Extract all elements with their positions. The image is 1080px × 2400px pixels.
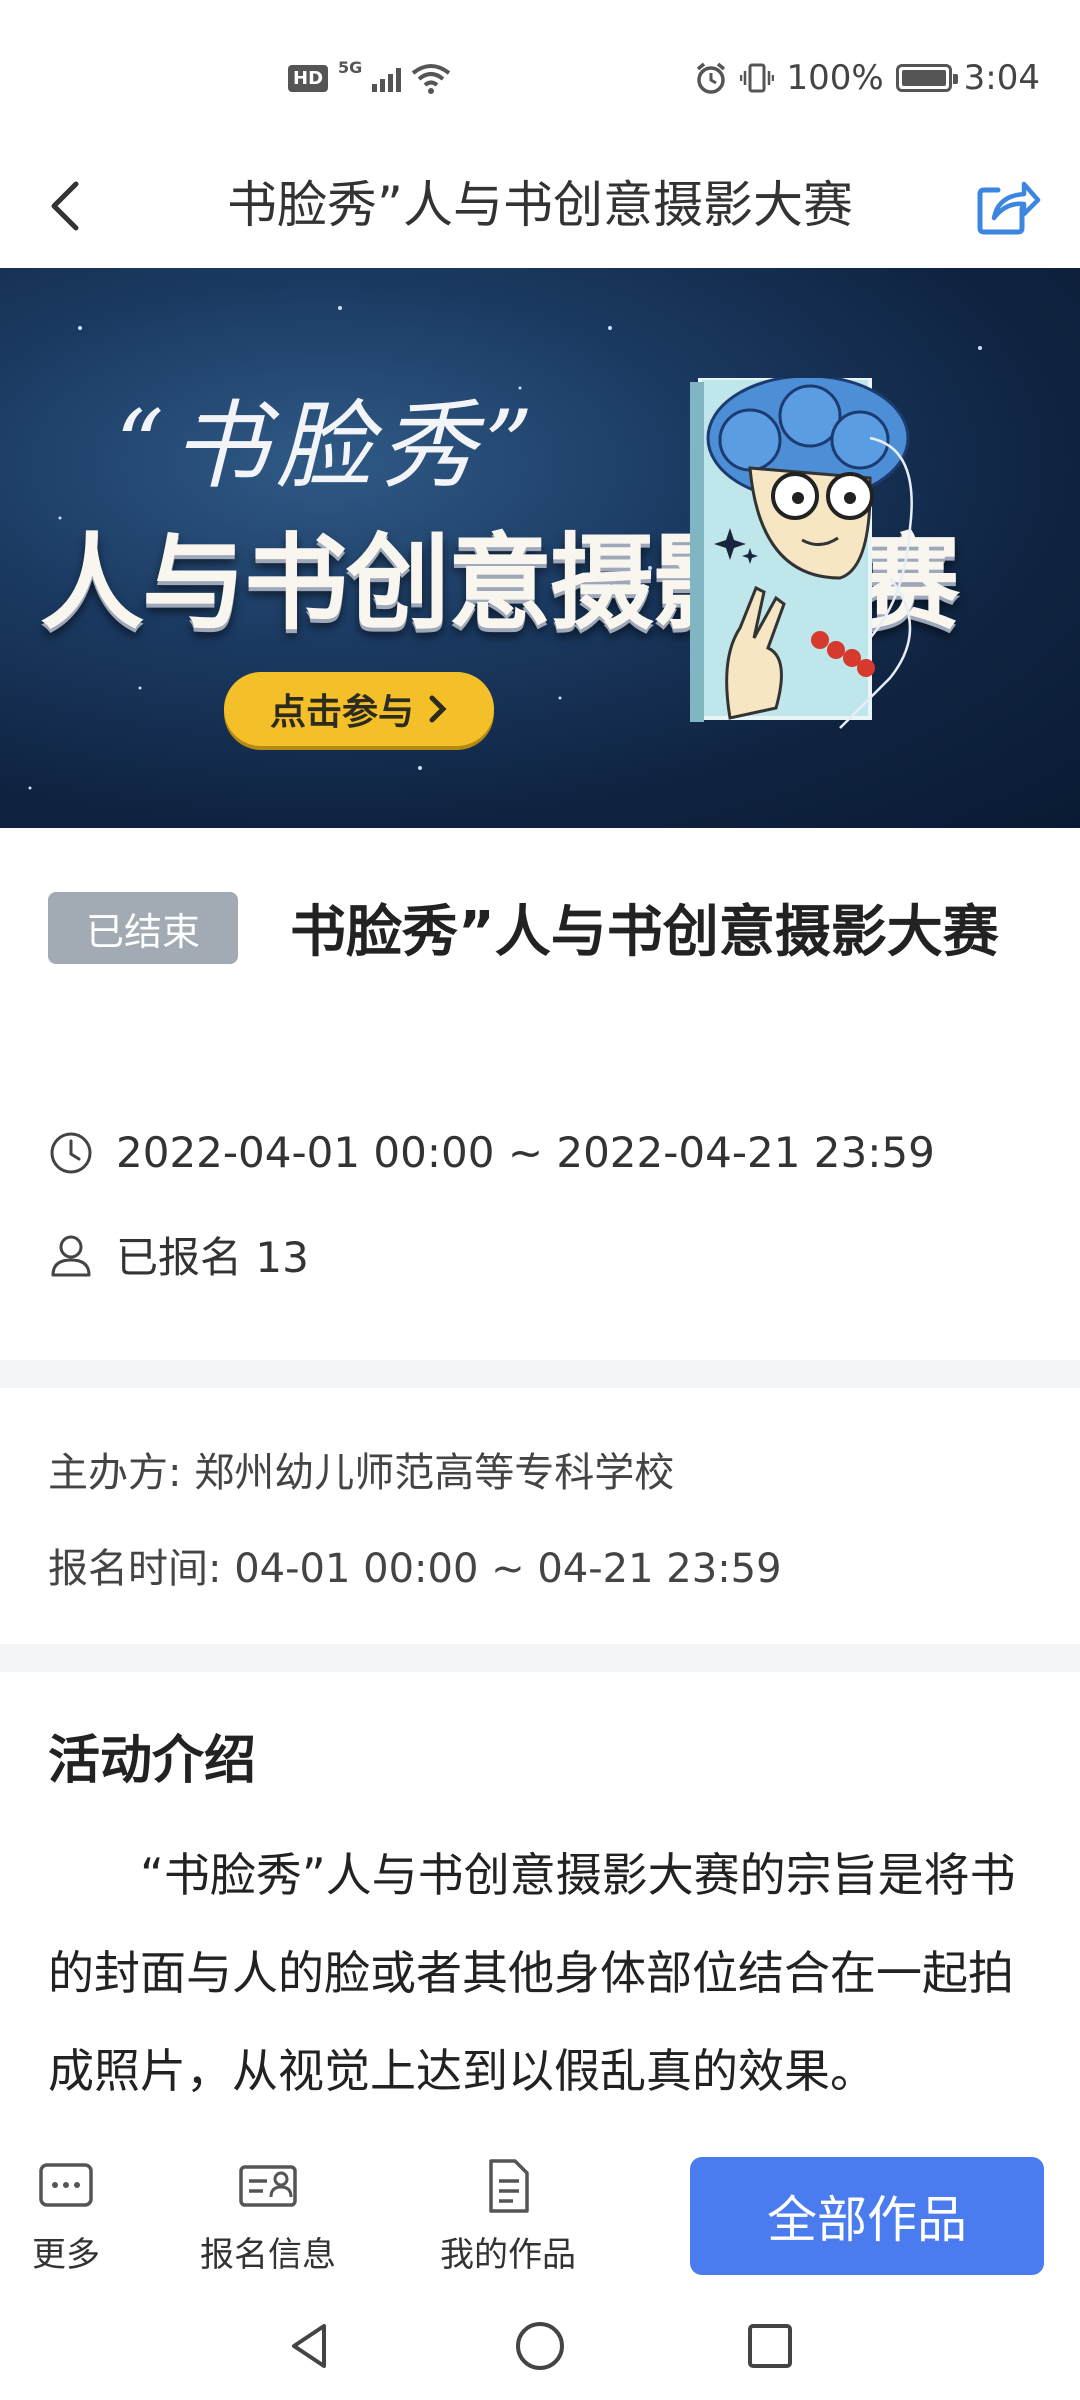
status-bar-right: 100% 3:04: [694, 58, 1040, 98]
wifi-icon: [412, 63, 451, 94]
more-label: 更多: [32, 2235, 100, 2275]
banner-join-label: 点击参与: [269, 692, 414, 733]
event-time-row: 2022-04-01 00:00 ~ 2022-04-21 23:59: [48, 1128, 935, 1177]
nav-back-icon[interactable]: [280, 2316, 340, 2376]
section-divider: [0, 1644, 1080, 1672]
person-icon: [51, 1235, 91, 1276]
section-divider: [0, 1360, 1080, 1388]
vibrate-icon: [740, 63, 775, 93]
nav-home-icon[interactable]: [510, 2316, 570, 2376]
signup-time-text: 报名时间: 04-01 00:00 ~ 04-21 23:59: [48, 1546, 782, 1592]
all-works-button[interactable]: 全部作品: [690, 2157, 1044, 2275]
my-works-tab[interactable]: 我的作品: [440, 2155, 576, 2276]
share-icon[interactable]: [972, 172, 1042, 242]
clock-icon: [50, 1132, 92, 1173]
organizer-text: 主办方: 郑州幼儿师范高等专科学校: [48, 1450, 675, 1496]
status-bar-left: HD 5G: [288, 58, 451, 99]
signup-info-icon: [239, 2165, 297, 2207]
document-icon: [489, 2159, 529, 2213]
intro-heading: 活动介绍: [48, 1731, 257, 1791]
network-type-label: 5G: [338, 58, 363, 77]
intro-body: “书脸秀”人与书创意摄影大赛的宗旨是将书的封面与人的脸或者其他身体部位结合在一起…: [48, 1848, 1016, 2098]
back-arrow-icon[interactable]: [38, 176, 98, 236]
my-works-label: 我的作品: [440, 2235, 576, 2275]
chevron-right-icon: [429, 695, 447, 723]
signal-icon: [372, 66, 402, 92]
book-face-illustration: [690, 378, 913, 729]
alarm-icon: [697, 62, 726, 94]
system-navigation-bar: [0, 2290, 1080, 2400]
more-tab[interactable]: 更多: [32, 2155, 100, 2276]
clock: 3:04: [963, 58, 1040, 98]
signup-info-tab[interactable]: 报名信息: [200, 2155, 336, 2276]
signup-info-label: 报名信息: [200, 2235, 336, 2275]
event-time-range: 2022-04-01 00:00 ~ 2022-04-21 23:59: [116, 1128, 935, 1177]
banner-script-title: “书脸秀”: [115, 390, 542, 502]
top-app-bar: 书脸秀”人与书创意摄影大赛: [0, 150, 1080, 268]
battery-icon: [895, 64, 958, 92]
registered-count: 已报名 13: [116, 1233, 309, 1282]
nav-recents-icon[interactable]: [740, 2316, 800, 2376]
banner-join-button[interactable]: 点击参与: [224, 672, 494, 746]
event-banner[interactable]: “书脸秀” 人与书创意摄影大赛 点击参与: [0, 268, 1080, 828]
status-bar: HD 5G 100% 3:04: [0, 0, 1080, 150]
more-icon: [39, 2163, 93, 2207]
bottom-action-bar: 更多 报名信息 我的作品 全部作品: [0, 2135, 1080, 2290]
page-title: 书脸秀”人与书创意摄影大赛: [227, 176, 853, 234]
battery-percent: 100%: [786, 58, 884, 98]
status-badge: 已结束: [48, 892, 238, 964]
registered-row: 已报名 13: [48, 1224, 309, 1285]
hd-icon: HD: [288, 65, 329, 92]
